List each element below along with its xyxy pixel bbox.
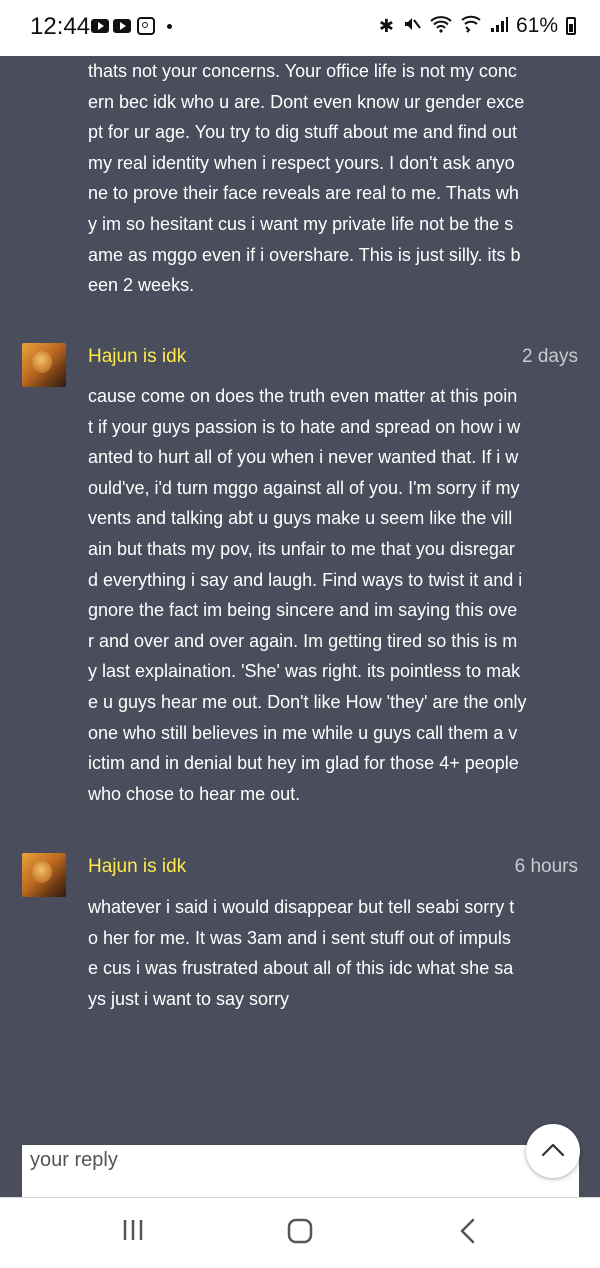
recent-apps-icon xyxy=(123,1220,143,1240)
system-status: ✱ 61% xyxy=(379,14,576,38)
comment-line: e u guys hear me out. Don't like How 'th… xyxy=(88,691,527,712)
youtube-icon xyxy=(91,19,109,33)
comment-text: whatever i said i would disappear but te… xyxy=(88,892,584,1014)
chevron-up-icon xyxy=(541,1143,565,1157)
wifi-calling-icon xyxy=(460,14,482,38)
bluetooth-icon: ✱ xyxy=(378,16,394,36)
comment-text: cause come on does the truth even matter… xyxy=(88,381,584,809)
reply-box[interactable]: your reply xyxy=(22,1145,579,1197)
comment-line: thats not your concerns. Your office lif… xyxy=(88,61,517,81)
comment-line: cause come on does the truth even matter… xyxy=(88,386,518,406)
scroll-to-top-button[interactable] xyxy=(526,1124,580,1178)
battery-percent: 61% xyxy=(515,14,558,37)
status-bar: 12:44 ✱ 61% xyxy=(0,0,600,56)
comment-line: gnore the fact im being sincere and im s… xyxy=(88,600,518,621)
comment-line: whatever i said i would disappear but te… xyxy=(88,897,515,917)
comment-line: who chose to hear me out. xyxy=(88,783,301,804)
navigation-bar xyxy=(0,1197,600,1268)
signal-icon xyxy=(490,15,508,37)
comment-line: ern bec idk who u are. Dont even know ur… xyxy=(88,91,525,112)
avatar[interactable] xyxy=(22,343,66,387)
home-icon xyxy=(287,1218,313,1244)
home-button[interactable] xyxy=(287,1218,313,1249)
comment-time: 2 days xyxy=(522,346,578,367)
comment-line: ould've, i'd turn mggo against all of yo… xyxy=(88,477,520,498)
comment-line: ys just i want to say sorry xyxy=(88,988,290,1009)
comment-line: d everything i say and laugh. Find ways … xyxy=(88,569,523,590)
comment-line: o her for me. It was 3am and i sent stuf… xyxy=(88,927,511,948)
notification-icons xyxy=(91,17,172,35)
comment-author[interactable]: Hajun is idk xyxy=(88,346,186,368)
wifi-icon xyxy=(430,14,452,38)
comment-line: my real identity when i respect yours. I… xyxy=(88,152,515,173)
comment-line: ame as mggo even if i overshare. This is… xyxy=(88,244,521,265)
comment-line: een 2 weeks. xyxy=(88,275,195,296)
back-button[interactable] xyxy=(458,1218,478,1249)
comment-line: pt for ur age. You try to dig stuff abou… xyxy=(88,122,517,143)
comment-author[interactable]: Hajun is idk xyxy=(88,856,186,878)
avatar[interactable] xyxy=(22,853,66,897)
comment-line: e cus i was frustrated about all of this… xyxy=(88,958,514,979)
comment-line: y last explaination. 'She' was right. it… xyxy=(88,661,521,682)
more-notifications-dot-icon xyxy=(167,23,172,29)
comment-line: vents and talking abt u guys make u seem… xyxy=(88,508,513,529)
comment-line: ain but thats my pov, its unfair to me t… xyxy=(88,538,515,559)
reply-input[interactable]: your reply xyxy=(30,1149,118,1172)
mute-icon xyxy=(402,14,422,38)
comment-line: r and over and over again. Im getting ti… xyxy=(88,630,518,651)
comment-line: one who still believes in me while u guy… xyxy=(88,722,518,743)
comment-line: anted to hurt all of you when i never wa… xyxy=(88,447,519,468)
comment-time: 6 hours xyxy=(514,856,578,877)
comment-line: t if your guys passion is to hate and sp… xyxy=(88,416,521,437)
comment-text: thats not your concerns. Your office lif… xyxy=(88,56,584,301)
comment-line: ictim and in denial but hey im glad for … xyxy=(88,753,519,774)
recent-apps-button[interactable] xyxy=(121,1218,145,1247)
status-time: 12:44 xyxy=(30,13,91,40)
comment-thread[interactable]: thats not your concerns. Your office lif… xyxy=(0,56,600,1144)
comment-line: y im so hesitant cus i want my private l… xyxy=(88,213,514,234)
comment-line: ne to prove their face reveals are real … xyxy=(88,183,519,204)
instagram-icon xyxy=(137,17,155,35)
battery-icon xyxy=(566,17,576,35)
back-icon xyxy=(460,1218,475,1244)
youtube-icon xyxy=(113,19,131,33)
